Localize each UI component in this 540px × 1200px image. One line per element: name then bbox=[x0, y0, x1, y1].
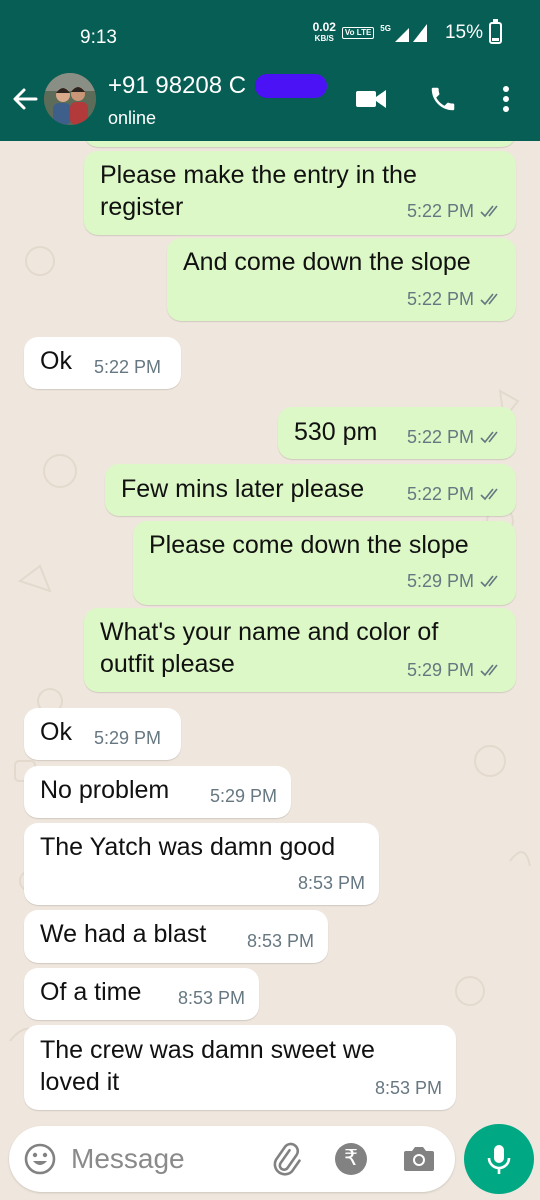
rupee-icon[interactable]: ₹ bbox=[335, 1143, 367, 1175]
message-text: Ok bbox=[40, 718, 72, 746]
message-time: 5:22 PM bbox=[406, 484, 474, 504]
message-meta: 5:22 PM bbox=[407, 478, 502, 510]
avatar[interactable] bbox=[44, 73, 96, 125]
message-time: 5:29 PM bbox=[94, 728, 162, 748]
read-receipt-icon bbox=[480, 293, 498, 306]
message-meta: 8:53 PM bbox=[298, 867, 365, 899]
message-meta: 5:29 PM bbox=[94, 722, 161, 754]
signal-icon bbox=[394, 24, 427, 42]
message-text: The Yatch was damn good bbox=[40, 833, 336, 861]
network-speed-unit: KB/S bbox=[314, 34, 334, 43]
message-bubble-outgoing[interactable]: And come down the slope 5:22 PM bbox=[167, 238, 516, 321]
message-bubble-outgoing[interactable]: 530 pm 5:22 PM bbox=[278, 407, 516, 459]
message-time: 5:29 PM bbox=[406, 660, 474, 680]
message-time: 8:53 PM bbox=[297, 873, 365, 893]
battery-percent: 15% bbox=[444, 22, 483, 43]
more-vert-icon[interactable] bbox=[498, 84, 514, 114]
message-text: The crew was damn sweet we loved it bbox=[40, 1036, 375, 1096]
message-text: Ok bbox=[40, 347, 72, 375]
message-bubble-incoming[interactable]: We had a blast 8:53 PM bbox=[24, 910, 328, 963]
message-meta: 5:29 PM bbox=[407, 654, 502, 686]
message-time: 8:53 PM bbox=[374, 1078, 442, 1098]
message-bubble-partial bbox=[84, 141, 516, 147]
message-text: No problem bbox=[40, 776, 170, 804]
message-time: 8:53 PM bbox=[177, 988, 245, 1008]
phone-icon[interactable] bbox=[428, 84, 458, 114]
message-text: Few mins later please bbox=[121, 475, 365, 503]
message-time: 5:22 PM bbox=[406, 289, 474, 309]
read-receipt-icon bbox=[480, 664, 498, 677]
app-header: 9:13 0.02 KB/S Vo LTE 5G 15% +91 98208 C… bbox=[0, 0, 540, 141]
read-receipt-icon bbox=[480, 488, 498, 501]
message-meta: 5:29 PM bbox=[407, 565, 502, 597]
mic-icon bbox=[487, 1145, 511, 1174]
message-bubble-incoming[interactable]: Ok 5:29 PM bbox=[24, 708, 181, 760]
message-text: And come down the slope bbox=[183, 248, 471, 276]
camera-icon[interactable] bbox=[402, 1143, 436, 1173]
status-time: 9:13 bbox=[80, 27, 117, 48]
message-meta: 8:53 PM bbox=[178, 982, 245, 1014]
read-receipt-icon bbox=[480, 575, 498, 588]
message-meta: 5:29 PM bbox=[210, 780, 277, 812]
whatsapp-chat-screen: 9:13 0.02 KB/S Vo LTE 5G 15% +91 98208 C… bbox=[0, 0, 540, 1200]
message-time: 5:22 PM bbox=[94, 357, 162, 377]
contact-name[interactable]: +91 98208 C bbox=[108, 72, 246, 100]
message-bubble-incoming[interactable]: The Yatch was damn good 8:53 PM bbox=[24, 823, 379, 905]
message-meta: 5:22 PM bbox=[407, 283, 502, 315]
message-text: We had a blast bbox=[40, 920, 207, 948]
message-meta: 8:53 PM bbox=[247, 925, 314, 957]
message-time: 8:53 PM bbox=[246, 931, 314, 951]
message-text: What's your name and color of outfit ple… bbox=[100, 618, 439, 678]
message-meta: 5:22 PM bbox=[94, 351, 161, 383]
message-time: 5:22 PM bbox=[406, 427, 474, 447]
message-text: 530 pm bbox=[294, 418, 378, 446]
status-icons: 0.02 KB/S Vo LTE 5G 15% bbox=[312, 19, 502, 44]
message-bubble-outgoing[interactable]: Few mins later please 5:22 PM bbox=[105, 464, 516, 516]
avatar-photo bbox=[44, 73, 96, 125]
emoji-icon[interactable] bbox=[23, 1142, 57, 1176]
chat-area[interactable]: Please make the entry in the register 5:… bbox=[0, 141, 540, 1125]
read-receipt-icon bbox=[480, 431, 498, 444]
message-time: 5:22 PM bbox=[406, 201, 474, 221]
video-call-icon[interactable] bbox=[355, 84, 387, 114]
message-composer: ₹ bbox=[9, 1126, 455, 1192]
network-speed: 0.02 KB/S bbox=[312, 20, 336, 44]
network-type: 5G bbox=[380, 23, 391, 33]
battery-icon bbox=[489, 19, 502, 44]
network-speed-value: 0.02 bbox=[312, 20, 336, 34]
message-input[interactable] bbox=[71, 1137, 261, 1181]
message-bubble-outgoing[interactable]: Please make the entry in the register 5:… bbox=[84, 151, 516, 235]
message-bubble-outgoing[interactable]: Please come down the slope 5:29 PM bbox=[133, 521, 516, 605]
message-time: 5:29 PM bbox=[209, 786, 277, 806]
message-text: Of a time bbox=[40, 978, 142, 1006]
message-bubble-outgoing[interactable]: What's your name and color of outfit ple… bbox=[84, 608, 516, 692]
message-meta: 5:22 PM bbox=[407, 195, 502, 227]
message-time: 5:29 PM bbox=[406, 571, 474, 591]
back-arrow-icon[interactable] bbox=[10, 84, 40, 114]
message-text: Please make the entry in the register bbox=[100, 161, 417, 221]
message-meta: 8:53 PM bbox=[375, 1072, 442, 1104]
message-bubble-incoming[interactable]: Of a time 8:53 PM bbox=[24, 968, 259, 1020]
volte-badge: Vo LTE bbox=[341, 27, 375, 39]
attach-icon[interactable] bbox=[269, 1142, 303, 1176]
read-receipt-icon bbox=[480, 205, 498, 218]
message-bubble-incoming[interactable]: The crew was damn sweet we loved it 8:53… bbox=[24, 1025, 456, 1110]
message-meta: 5:22 PM bbox=[407, 421, 502, 453]
message-text: Please come down the slope bbox=[149, 531, 469, 559]
message-bubble-incoming[interactable]: Ok 5:22 PM bbox=[24, 337, 181, 389]
message-bubble-incoming[interactable]: No problem 5:29 PM bbox=[24, 766, 291, 818]
contact-status: online bbox=[108, 108, 157, 128]
redaction-mask bbox=[255, 74, 327, 98]
mic-button[interactable] bbox=[464, 1124, 534, 1194]
